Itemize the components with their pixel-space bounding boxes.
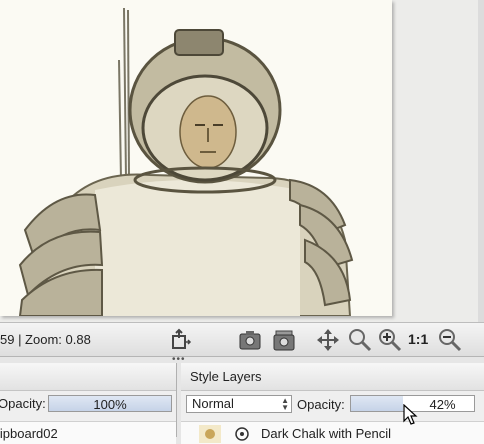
zoom-in-icon[interactable]	[378, 328, 402, 352]
astronaut-artwork	[18, 7, 354, 316]
left-opacity-label: Opacity:	[0, 396, 46, 411]
left-opacity-value: 100%	[93, 397, 127, 412]
select-arrows-icon: ▲ ▼	[281, 396, 289, 412]
layer-name: Dark Chalk with Pencil	[261, 426, 392, 441]
canvas-scrollbar[interactable]	[478, 0, 484, 322]
layers-panel-header	[0, 363, 176, 391]
eye-icon[interactable]	[235, 427, 249, 441]
style-layers-panel: Style Layers Normal ▲ ▼ Opacity: 42% Dark…	[181, 363, 484, 444]
zoom-icon[interactable]	[348, 328, 372, 352]
right-opacity-value: 42%	[429, 397, 456, 412]
layer-name: lipboard02	[0, 426, 58, 441]
camera-stack-icon[interactable]	[272, 328, 296, 352]
zoom-status: 59 | Zoom: 0.88	[0, 332, 91, 347]
camera-icon[interactable]	[238, 328, 262, 352]
right-opacity-fill	[351, 396, 403, 411]
actual-size-icon[interactable]: 1:1	[408, 331, 428, 347]
mouse-cursor-icon	[403, 404, 418, 425]
move-icon[interactable]	[316, 328, 340, 352]
blend-mode-select[interactable]: Normal ▲ ▼	[186, 395, 292, 413]
canvas-toolbar: 59 | Zoom: 0.88 1:1	[0, 322, 484, 357]
list-item[interactable]: lipboard02	[0, 421, 176, 444]
right-opacity-label: Opacity:	[297, 397, 345, 412]
list-item[interactable]: Dark Chalk with Pencil	[181, 421, 484, 444]
layers-panel: Opacity: 100% lipboard02	[0, 363, 177, 444]
zoom-out-icon[interactable]	[438, 328, 462, 352]
blend-mode-value: Normal	[192, 396, 234, 411]
left-opacity-slider[interactable]: 100%	[48, 395, 172, 412]
crop-export-icon[interactable]	[168, 328, 192, 352]
layer-thumbnail-icon	[199, 425, 221, 443]
style-layers-header: Style Layers	[181, 363, 484, 391]
panel-title: Style Layers	[190, 369, 262, 384]
artwork-canvas[interactable]	[0, 0, 392, 316]
